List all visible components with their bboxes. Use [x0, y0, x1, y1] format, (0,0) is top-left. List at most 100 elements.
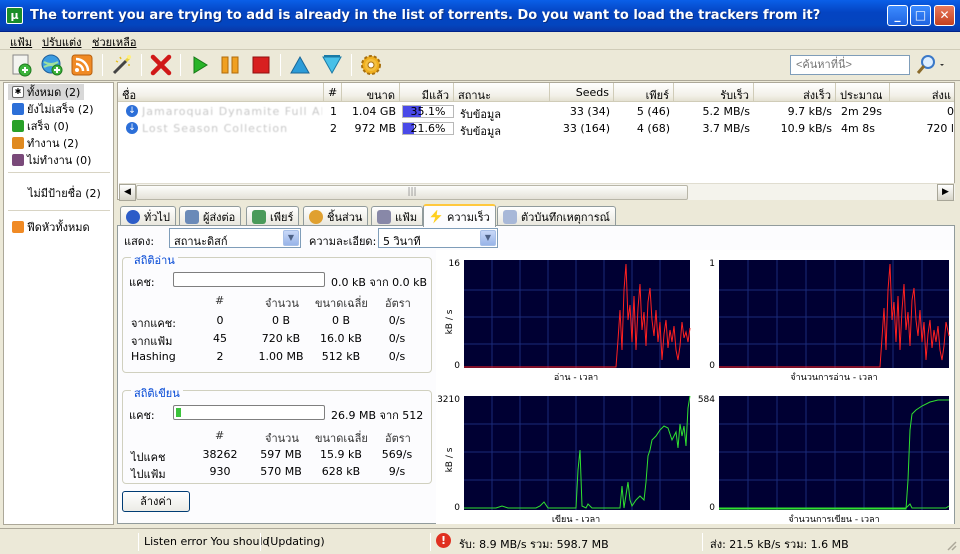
stat-row-label: ไปแคช [131, 451, 166, 464]
column-header-uploaded[interactable]: ส่งแ [890, 83, 954, 102]
tab-files[interactable]: แฟ้ม [371, 206, 424, 226]
resize-grip-icon[interactable] [945, 539, 957, 551]
col-count: # [215, 294, 225, 307]
search-input[interactable] [790, 55, 910, 75]
pieces-icon [309, 209, 323, 224]
tab-peers[interactable]: เพียร์ [246, 206, 300, 226]
torrent-up-speed: 10.9 kB/s [780, 122, 832, 135]
col-avg-size: ขนาดเฉลี่ย [315, 297, 368, 310]
all-icon: ✱ [12, 86, 24, 98]
tab-logger[interactable]: ตัวบันทึกเหตุการณ์ [497, 206, 616, 226]
stat-cell: 2 [216, 350, 224, 363]
torrent-seeds: 33 (34) [569, 105, 610, 118]
column-header-seeds[interactable]: Seeds [550, 83, 614, 102]
sidebar-item-all-feeds[interactable]: ฟีดหัวทั้งหมด [12, 219, 90, 235]
column-header-done[interactable]: มีแล้ว [400, 83, 454, 102]
column-header-down-speed[interactable]: รับเร็ว [674, 83, 754, 102]
download-status[interactable]: รับ: 8.9 MB/s รวม: 598.7 MB [459, 535, 609, 553]
status-bar: Listen error You should (Updating) ! รับ… [0, 528, 960, 554]
stat-cell: 15.9 kB [320, 448, 362, 461]
move-up-icon[interactable] [288, 53, 312, 77]
graph-read-speed: 16 0 kB / s อ่าน - เวลา [445, 259, 691, 383]
info-icon [126, 209, 140, 224]
table-row[interactable]: ↓ Jamaroquai Dynamite Full Album 1 1.04 … [118, 103, 954, 121]
dht-status: (Updating) [266, 535, 325, 548]
scroll-thumb[interactable]: ||| [136, 185, 688, 200]
rss-icon [12, 221, 24, 233]
files-icon [377, 209, 391, 224]
inactive-icon [12, 154, 24, 166]
tab-trackers[interactable]: ผู้ส่งต่อ [179, 206, 242, 226]
sidebar-item-active[interactable]: ทำงาน (2) [12, 135, 79, 151]
sidebar-item-label: ไม่ทำงาน (0) [27, 154, 92, 167]
sidebar-item-label: ทั้งหมด (2) [27, 86, 81, 99]
sidebar-item-all[interactable]: ✱ ทั้งหมด (2) [8, 84, 85, 100]
utorrent-icon: µ [6, 7, 23, 24]
torrent-eta: 4m 8s [841, 122, 875, 135]
graph-ymax: 13210 [436, 395, 460, 405]
column-header-size[interactable]: ขนาด [342, 83, 400, 102]
tab-pieces[interactable]: ชิ้นส่วน [303, 206, 369, 226]
stop-icon[interactable] [249, 53, 273, 77]
upload-status[interactable]: ส่ง: 21.5 kB/s รวม: 1.6 MB [710, 535, 849, 553]
show-select[interactable]: สถานะดิสก์ ▼ [169, 228, 301, 248]
tab-general[interactable]: ทั่วไป [120, 206, 176, 226]
column-header-up-speed[interactable]: ส่งเร็ว [754, 83, 836, 102]
scroll-left-button[interactable]: ◀ [119, 184, 136, 201]
warning-icon[interactable]: ! [436, 533, 451, 548]
sidebar-item-downloading[interactable]: ยังไม่เสร็จ (2) [12, 101, 94, 117]
sidebar-item-inactive[interactable]: ไม่ทำงาน (0) [12, 152, 91, 168]
create-torrent-icon[interactable] [110, 53, 134, 77]
tab-speed[interactable]: ความเร็ว [423, 204, 496, 227]
stat-cell: 0/s [388, 332, 406, 345]
sidebar-item-no-label[interactable]: ไม่มีป้ายชื่อ (2) [28, 185, 101, 201]
add-torrent-icon[interactable] [10, 53, 34, 77]
write-stats-title: สถิติเขียน [131, 384, 183, 402]
chevron-down-icon: ▼ [480, 230, 496, 246]
start-icon[interactable] [188, 53, 212, 77]
preferences-icon[interactable] [359, 53, 383, 77]
read-cache-label: แคช: [129, 276, 155, 289]
menu-bar: แฟ้ม ปรับแต่ง ช่วยเหลือ [0, 32, 960, 50]
detail-tabs: ทั่วไป ผู้ส่งต่อ เพียร์ ชิ้นส่วน แฟ้ม คว… [117, 204, 955, 227]
show-label: แสดง: [124, 235, 155, 248]
sidebar-item-completed[interactable]: เสร็จ (0) [12, 118, 69, 134]
rss-icon[interactable] [70, 53, 94, 77]
horizontal-scrollbar[interactable]: ◀ ||| ▶ [119, 183, 955, 201]
write-cache-bar [173, 405, 325, 420]
graph-ymin: 0 [454, 503, 460, 513]
column-header-status[interactable]: สถานะ [454, 83, 550, 102]
speed-panel: แสดง: สถานะดิสก์ ▼ ความละเอียด: 5 วินาที… [117, 225, 955, 524]
add-url-icon[interactable] [40, 53, 64, 77]
graph-ymin: 0 [709, 361, 715, 371]
reset-button[interactable]: ล้างค่า [122, 491, 190, 512]
scroll-right-button[interactable]: ▶ [937, 184, 954, 201]
torrent-down-speed: 5.2 MB/s [702, 105, 750, 118]
maximize-button[interactable]: □ [910, 5, 931, 26]
progress-bar: 35.1% [402, 105, 454, 118]
table-row[interactable]: ↓ Lost Season Collection 2 972 MB 21.6% … [118, 120, 954, 138]
listen-status: Listen error You should [144, 535, 270, 548]
resolution-select[interactable]: 5 วินาที ▼ [378, 228, 498, 248]
stat-cell: 930 [209, 465, 231, 478]
read-cache-bar [173, 272, 325, 287]
downloading-icon [12, 103, 24, 115]
column-header-eta[interactable]: ประมาณ [836, 83, 890, 102]
menu-file[interactable]: แฟ้ม [10, 33, 32, 51]
graph-ylabel: kB / s [445, 447, 455, 472]
write-stats-group: สถิติเขียน แคช: 26.9 MB จาก 512 # จำนวน … [122, 384, 432, 484]
search-button[interactable] [914, 53, 946, 77]
tracker-icon [185, 209, 199, 224]
column-header-queue[interactable]: # [324, 83, 342, 102]
pause-icon[interactable] [218, 53, 242, 77]
column-header-peers[interactable]: เพียร์ [614, 83, 674, 102]
column-header-name[interactable]: ชื่อ [118, 83, 324, 102]
torrent-queue: 2 [330, 122, 337, 135]
menu-help[interactable]: ช่วยเหลือ [92, 33, 136, 51]
move-down-icon[interactable] [320, 53, 344, 77]
close-button[interactable]: ✕ [934, 5, 955, 26]
minimize-button[interactable]: _ [887, 5, 908, 26]
menu-options[interactable]: ปรับแต่ง [42, 33, 81, 51]
torrent-name: Jamaroquai Dynamite Full Album [142, 105, 322, 118]
remove-icon[interactable] [149, 53, 173, 77]
